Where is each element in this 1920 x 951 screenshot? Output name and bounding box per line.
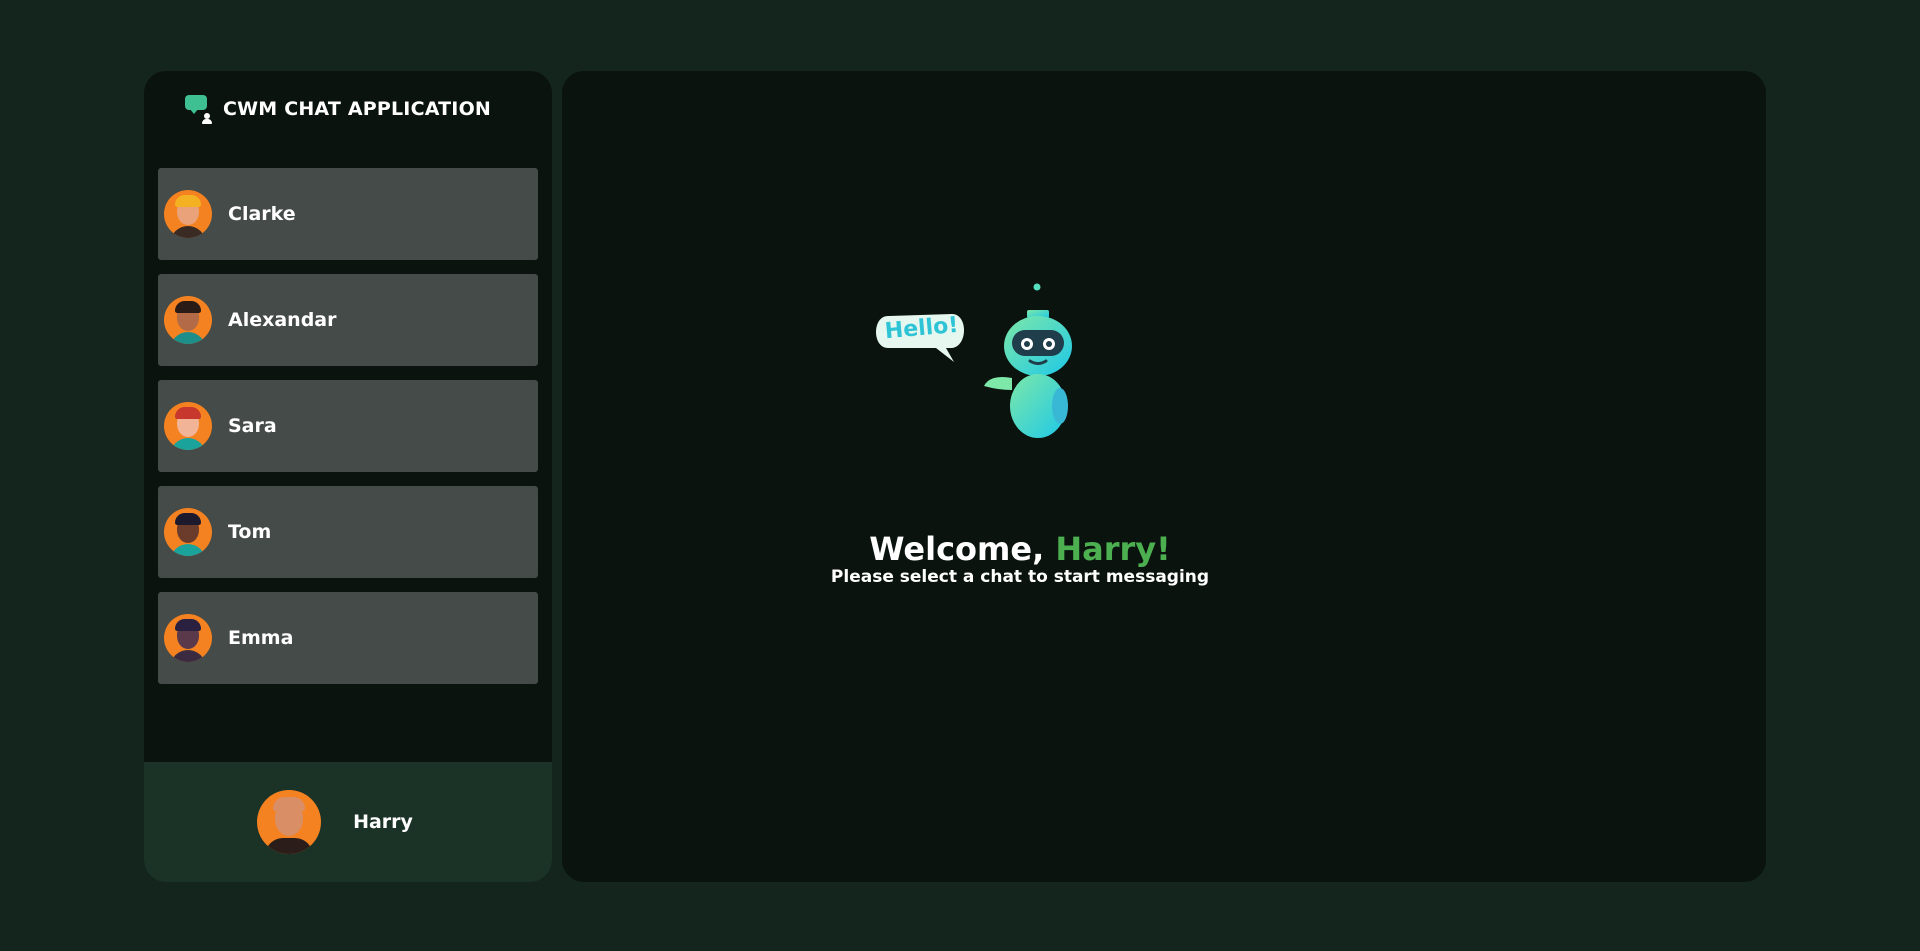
chat-item-name: Alexandar (228, 309, 337, 331)
welcome-user-name: Harry! (1055, 530, 1171, 568)
emma-avatar (164, 614, 212, 662)
chat-item-name: Tom (228, 521, 272, 543)
chat-item-name: Emma (228, 627, 294, 649)
chat-user-icon (184, 93, 212, 125)
chat-item-emma[interactable]: Emma (158, 592, 538, 684)
chat-item-alexandar[interactable]: Alexandar (158, 274, 538, 366)
alexandar-avatar (164, 296, 212, 344)
app-title: CWM CHAT APPLICATION (222, 98, 492, 120)
welcome-prefix: Welcome, (869, 530, 1056, 568)
tom-avatar (164, 508, 212, 556)
welcome-subtitle: Please select a chat to start messaging (830, 567, 1210, 587)
current-user-bar[interactable]: Harry (144, 762, 552, 882)
welcome-message: Welcome, Harry! Please select a chat to … (418, 531, 1622, 587)
chat-item-clarke[interactable]: Clarke (158, 168, 538, 260)
clarke-avatar (164, 190, 212, 238)
chat-app: CWM CHAT APPLICATION Clarke Alexandar Sa… (144, 71, 1766, 882)
welcome-title: Welcome, Harry! (418, 531, 1622, 567)
sidebar: CWM CHAT APPLICATION Clarke Alexandar Sa… (144, 71, 552, 882)
chat-item-name: Clarke (228, 203, 296, 225)
sara-avatar (164, 402, 212, 450)
hello-robot-illustration: Hello! (876, 283, 1072, 438)
current-user-name: Harry (353, 811, 413, 833)
chat-list: Clarke Alexandar Sara Tom Emma (158, 168, 538, 698)
current-user-avatar (257, 790, 322, 854)
chat-main-panel (562, 71, 1766, 882)
app-brand: CWM CHAT APPLICATION (144, 71, 552, 147)
chat-item-sara[interactable]: Sara (158, 380, 538, 472)
chat-item-name: Sara (228, 415, 277, 437)
